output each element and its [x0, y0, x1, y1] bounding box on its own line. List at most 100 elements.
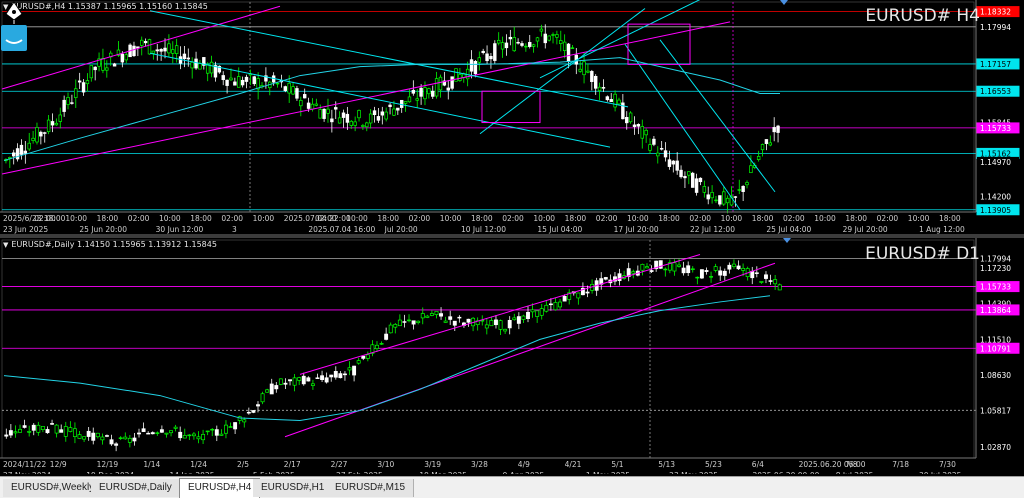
candle-body: [163, 47, 167, 52]
candle-body: [251, 410, 256, 413]
time-tick-label: 7/8: [845, 460, 857, 469]
candle-body: [77, 434, 82, 439]
candle-body: [776, 125, 780, 133]
candle-body: [694, 178, 699, 193]
tab-daily[interactable]: EURUSD#,Daily: [91, 479, 181, 497]
candle-body: [402, 321, 407, 323]
h4-chart-canvas[interactable]: 1.183321.179941.171571.165531.158451.157…: [0, 0, 1024, 234]
candle-body: [772, 127, 776, 133]
time-tick-label: 6/4: [752, 460, 764, 469]
candle-body: [672, 262, 677, 272]
candle-body: [31, 424, 36, 431]
price-tag-text: 1.17994: [980, 254, 1011, 263]
candle-body: [764, 274, 768, 279]
candle-body: [283, 382, 288, 385]
h4-chart-pane[interactable]: 1.183321.179941.171571.165531.158451.157…: [0, 0, 1024, 234]
candle-body: [725, 197, 730, 204]
candle-body: [710, 192, 714, 199]
candle-body: [297, 377, 302, 381]
candle-body: [288, 379, 292, 382]
candle-body: [741, 185, 745, 192]
candle-body: [652, 138, 656, 145]
time-tick-label: 10:00: [65, 214, 87, 223]
date-tick-label: 8 Jul 2025: [836, 471, 874, 474]
candle-body: [43, 132, 47, 134]
candle-body: [403, 101, 408, 104]
candle-body: [260, 393, 265, 403]
time-tick-label: 1/24: [190, 460, 207, 469]
candle-body: [127, 437, 132, 443]
candle-body: [252, 76, 256, 85]
candle-body: [201, 434, 206, 441]
candle-body: [504, 42, 509, 49]
candle-body: [640, 263, 645, 271]
candle-body: [407, 96, 412, 103]
candle-body: [100, 436, 105, 441]
candle-body: [338, 373, 343, 379]
candle-body: [93, 66, 97, 71]
candle-body: [704, 270, 709, 272]
candle-body: [489, 320, 494, 327]
candle-body: [224, 424, 228, 434]
candle-body: [314, 103, 319, 106]
time-tick-label: 18:00: [845, 214, 867, 223]
candle-body: [551, 34, 555, 36]
candle-body: [265, 389, 270, 393]
time-tick-label: 2/27: [331, 460, 348, 469]
candle-body: [438, 76, 443, 91]
candle-body: [27, 431, 32, 433]
price-tag-text: 1.05817: [980, 406, 1011, 415]
pen-lock-icon[interactable]: [0, 0, 28, 52]
candle-body: [324, 377, 329, 383]
candle-body: [295, 88, 299, 99]
dropdown-triangle-icon[interactable]: ▼: [3, 241, 8, 249]
candle-body: [205, 64, 210, 74]
time-tick-label: 10:00: [159, 214, 181, 223]
candle-body: [151, 50, 156, 54]
daily-chart-pane[interactable]: 1.17994 1.17230 1.15733 1.14390 1.13864 1.115…: [0, 238, 1024, 474]
tab-m15[interactable]: EURUSD#,M15: [327, 479, 415, 497]
daily-ohlc-text: EURUSD#,Daily 1.14150 1.15965 1.13912 1.…: [11, 240, 217, 249]
price-tag-text: 1.15733: [980, 283, 1011, 292]
h4-watermark-label: EURUSD# H4: [865, 6, 980, 26]
candle-body: [4, 434, 9, 437]
candle-body: [649, 270, 654, 272]
candle-body: [562, 41, 567, 51]
candle-body: [419, 87, 423, 97]
candle-body: [420, 313, 425, 319]
candle-body: [347, 367, 352, 371]
candle-body: [750, 270, 755, 279]
candle-body: [466, 318, 471, 323]
candle-body: [46, 119, 51, 132]
candle-body: [566, 43, 571, 62]
candle-body: [457, 316, 462, 319]
candle-body: [384, 111, 388, 120]
time-tick-label: 4/9: [518, 460, 530, 469]
candle-body: [603, 277, 608, 280]
tab-h1[interactable]: EURUSD#,H1: [253, 479, 334, 497]
tab-weekly[interactable]: EURUSD#,Weekly: [3, 479, 104, 497]
candle-body: [372, 110, 377, 115]
candle-body: [458, 74, 462, 81]
candle-body: [416, 320, 421, 323]
candle-body: [690, 172, 695, 188]
candle-body: [137, 432, 141, 435]
candle-body: [54, 122, 59, 126]
time-tick-label: 12/9: [50, 460, 67, 469]
candle-body: [733, 196, 738, 198]
candle-body: [736, 265, 741, 270]
candle-body: [352, 365, 357, 376]
candle-body: [632, 124, 637, 127]
candle-body: [539, 28, 544, 32]
candle-body: [341, 112, 346, 118]
candle-body: [702, 186, 707, 193]
price-tag-text: 1.14970: [980, 158, 1011, 167]
candle-body: [244, 76, 249, 82]
candle-body: [535, 310, 540, 317]
candle-body: [698, 177, 703, 183]
candle-body: [512, 37, 516, 52]
price-tag-text: 1.13864: [980, 306, 1011, 315]
daily-chart-canvas[interactable]: 1.179941.172301.157331.143901.138641.115…: [0, 238, 1024, 474]
tab-h4[interactable]: EURUSD#,H4: [179, 478, 261, 498]
candle-body: [40, 426, 45, 430]
